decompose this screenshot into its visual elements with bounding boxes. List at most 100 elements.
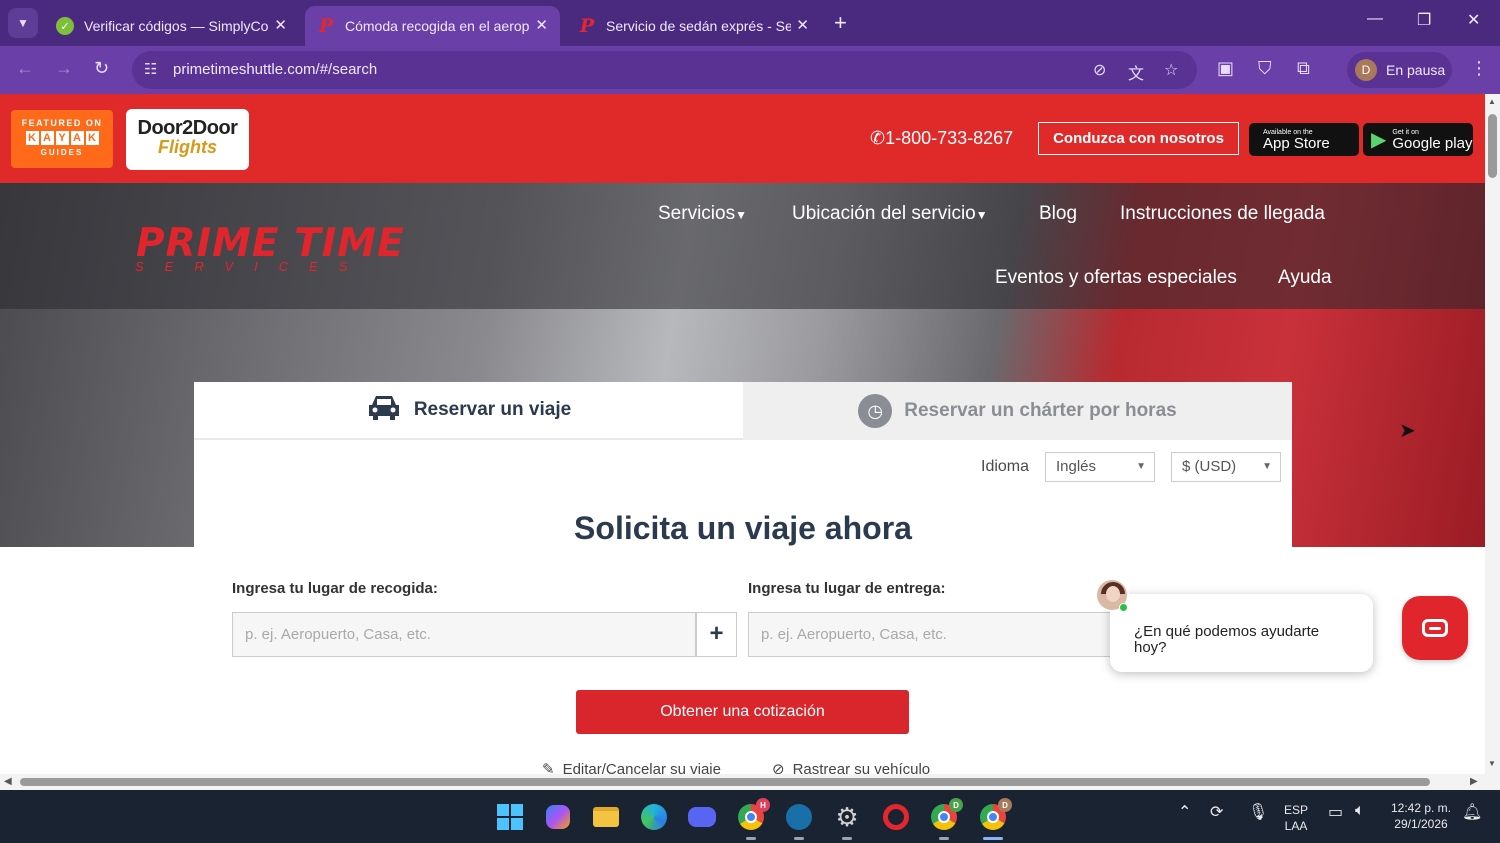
running-indicator [746,837,756,840]
app-gear-button[interactable]: ⚙ [832,802,862,840]
back-icon[interactable]: ← [16,58,34,79]
language-select[interactable]: Inglés ▼ [1045,452,1155,482]
booking-tabs: Reservar un viaje ◷ Reservar un chárter … [194,382,1292,440]
nav-services-label: Servicios [658,203,736,224]
door2door-badge[interactable]: Door2Door Flights [126,109,249,170]
steam-button[interactable] [784,802,814,840]
pickup-label: Ingresa tu lugar de recogida: [232,580,438,597]
caret-down-icon: ▼ [975,208,988,222]
tab-book-trip-label: Reservar un viaje [413,399,572,420]
vertical-scroll-thumb[interactable] [1488,114,1497,178]
horizontal-scrollbar[interactable]: ◀ ▶ [0,774,1485,790]
bookmark-star-icon[interactable]: ☆ [1164,60,1178,80]
tab-search-button[interactable]: ▼ [8,8,38,38]
edit-cancel-link[interactable]: ✎ Editar/Cancelar su viaje [542,760,721,774]
file-explorer-button[interactable] [591,802,621,832]
chrome-profile-d-button[interactable]: D [929,798,963,840]
keyboard-layout: LAA [1284,819,1308,834]
browser-tab-simplycodes[interactable]: ✓ Verificar códigos — SimplyCodes ✕ [44,6,299,46]
get-quote-button[interactable]: Obtener una cotización [576,690,909,734]
phone-link[interactable]: ✆1-800-733-8267 [870,128,1013,149]
shield-icon[interactable]: ⛉ [1258,58,1272,79]
discord-icon [688,807,716,827]
compass-icon: ⊘ [772,761,785,774]
close-window-icon[interactable]: ✕ [1467,10,1480,30]
nav-help[interactable]: Ayuda [1278,267,1332,289]
new-tab-icon[interactable]: + [834,10,847,36]
chat-icon [1422,619,1448,637]
edge-button[interactable] [639,802,669,832]
close-tab-icon[interactable]: ✕ [796,16,809,34]
nav-events[interactable]: Eventos y ofertas especiales [995,267,1237,289]
profile-badge: D [998,798,1012,812]
tab-book-trip[interactable]: Reservar un viaje [194,382,743,440]
open-chat-button[interactable] [1402,596,1468,660]
extension-icon[interactable]: ▣ [1217,58,1234,79]
address-bar[interactable]: ☷ primetimeshuttle.com/#/search ⊘ 文 ☆ [132,51,1197,89]
p-logo-icon: P [318,15,334,37]
horizontal-scroll-thumb[interactable] [20,778,1430,786]
opera-button[interactable] [881,802,911,832]
scroll-right-icon[interactable]: ▶ [1470,776,1478,787]
profile-status: En pausa [1386,62,1446,78]
browser-tab-sedan[interactable]: P Servicio de sedán exprés - Servicio ✕ [566,6,821,46]
discord-button[interactable] [687,802,717,832]
kayak-line1: FEATURED ON [21,118,103,128]
nav-blog[interactable]: Blog [1039,203,1077,225]
drive-with-us-button[interactable]: Conduzca con nosotros [1038,122,1239,155]
copilot-button[interactable] [543,802,573,832]
network-icon[interactable]: ▭ [1328,802,1343,822]
restore-icon[interactable]: ❐ [1417,10,1431,30]
forward-icon[interactable]: → [55,58,73,79]
url-text: primetimeshuttle.com/#/search [173,61,378,78]
tab-title: Cómoda recogida en el aeropuerto [345,18,530,34]
more-menu-icon[interactable]: ⋮ [1470,58,1488,79]
language-label: Idioma [981,458,1030,475]
volume-icon[interactable]: 🔈︎ [1355,802,1365,820]
chat-bubble[interactable]: ¿En qué podemos ayudarte hoy? [1110,594,1373,672]
nav-services[interactable]: Servicios▼ [658,203,747,225]
scroll-down-icon[interactable]: ▼ [1488,759,1496,768]
browser-tab-active[interactable]: P Cómoda recogida en el aeropuerto ✕ [305,6,560,46]
scroll-up-icon[interactable]: ▲ [1488,97,1496,106]
profile-badge: H [756,798,770,812]
translate-icon[interactable]: 文 [1128,60,1144,84]
close-tab-icon[interactable]: ✕ [535,16,548,34]
chrome-profile-h-button[interactable]: H [736,798,770,840]
close-tab-icon[interactable]: ✕ [274,16,287,34]
tab-hourly-charter[interactable]: ◷ Reservar un chárter por horas [743,382,1292,440]
p-logo-icon: P [579,15,595,37]
scroll-left-icon[interactable]: ◀ [4,776,12,787]
show-hidden-icons-chevron-icon[interactable]: ⌃ [1178,802,1191,822]
vertical-scrollbar[interactable]: ▲ ▼ [1485,94,1500,774]
app-store-button[interactable]: Available on the App Store [1249,123,1359,156]
profile-button[interactable]: D En pausa [1347,52,1452,88]
pickup-input[interactable]: p. ej. Aeropuerto, Casa, etc. [232,612,696,657]
notifications-icon[interactable]: 🔔︎ [1462,802,1482,822]
nav-arrival-instructions[interactable]: Instrucciones de llegada [1120,203,1325,225]
google-play-button[interactable]: ▶ Get it on Google play [1363,123,1473,156]
microphone-icon[interactable]: 🎙︎ [1248,802,1268,822]
clock[interactable]: 12:42 p. m. 29/1/2026 [1388,800,1454,832]
caret-down-icon: ▼ [735,208,747,222]
running-indicator [939,837,949,840]
sync-icon[interactable]: ⟳ [1210,802,1223,822]
page-title: Solicita un viaje ahora [574,510,912,546]
nav-service-location[interactable]: Ubicación del servicio▼ [792,203,988,225]
chrome-profile-active-button[interactable]: D [978,798,1012,840]
start-button[interactable] [495,802,525,832]
site-info-icon[interactable]: ☷ [144,60,157,78]
currency-select[interactable]: $ (USD) ▼ [1171,452,1281,482]
online-status-icon [1119,603,1128,612]
reload-icon[interactable]: ↻ [94,58,109,79]
windows-taskbar: H ⚙ D D ⌃ ⟳ 🎙︎ ESP LAA ▭ 🔈︎ 12:42 p. m. … [0,790,1500,843]
browser-tab-strip: ▼ ✓ Verificar códigos — SimplyCodes ✕ P … [0,0,1500,46]
add-stop-button[interactable]: + [696,612,737,657]
puzzle-extensions-icon[interactable]: ⧉ [1297,58,1310,79]
track-vehicle-label: Rastrear su vehículo [792,761,931,774]
kayak-badge[interactable]: FEATURED ON K A Y A K GUIDES [11,110,113,168]
minimize-icon[interactable]: — [1367,10,1383,28]
track-vehicle-link[interactable]: ⊘ Rastrear su vehículo [772,760,930,774]
input-language[interactable]: ESP LAA [1284,802,1308,834]
location-blocked-icon[interactable]: ⊘ [1093,60,1106,80]
